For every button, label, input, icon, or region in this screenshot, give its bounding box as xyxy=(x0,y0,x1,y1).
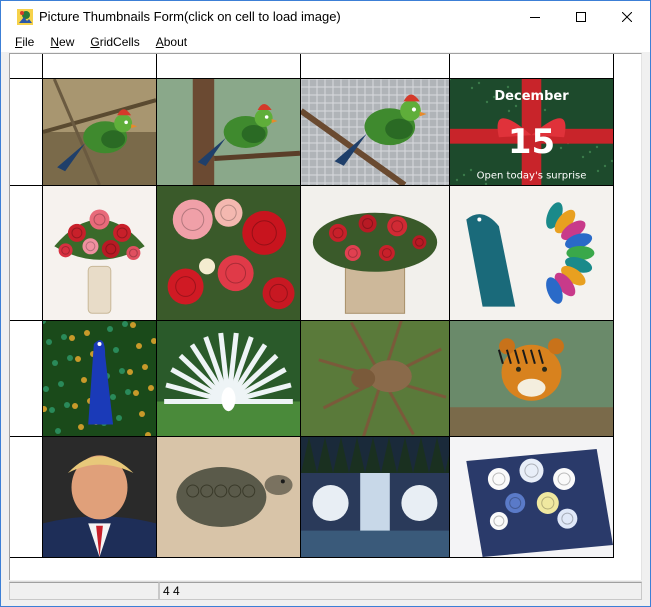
thumbnail-cell-colorful-peacock-art[interactable] xyxy=(450,186,614,321)
thumbnail-image-flowers-in-wooden-box xyxy=(301,186,449,320)
thumbnail-cell-portrait-man-blue-suit[interactable] xyxy=(43,437,157,558)
grid-row-header-cell xyxy=(10,186,43,321)
close-icon xyxy=(622,11,632,22)
thumbnail-cell-tiger-on-log[interactable] xyxy=(450,321,614,437)
thumbnail-image-tiger-on-log xyxy=(450,321,613,436)
thumbnail-image-december-15-gift-card: December 15 Open today's surprise xyxy=(450,79,613,185)
close-button[interactable] xyxy=(604,1,650,32)
thumbnail-image-red-rose-bouquet-vase xyxy=(43,186,156,320)
grid-header-cell xyxy=(43,54,157,79)
thumbnail-cell-rose-lily-bouquet[interactable] xyxy=(157,186,301,321)
thumbnail-image-portrait-man-blue-suit xyxy=(43,437,156,557)
maximize-icon xyxy=(576,11,586,22)
menu-new-accel: N xyxy=(50,35,60,49)
menu-new[interactable]: New xyxy=(42,32,82,52)
menu-bar: File New GridCells About xyxy=(1,32,650,52)
grid-row-header-cell xyxy=(10,437,43,558)
grid-header-cell xyxy=(450,54,614,79)
menu-new-label: ew xyxy=(59,35,75,49)
thumbnail-cell-waterfall-snow-forest[interactable] xyxy=(301,437,450,558)
menu-about-label: bout xyxy=(163,35,188,49)
thumbnail-image-rose-lily-bouquet xyxy=(157,186,300,320)
grid-header-cell xyxy=(301,54,450,79)
thumbnail-cell-white-peacock-display[interactable] xyxy=(157,321,301,437)
card-day-text: 15 xyxy=(508,122,555,162)
status-bar: 4 4 xyxy=(9,581,642,600)
thumbnail-cell-brown-spider[interactable] xyxy=(301,321,450,437)
thumbnail-image-turaco-bird-on-tree xyxy=(157,79,300,185)
thumbnail-cell-turaco-bird-in-cage[interactable] xyxy=(301,79,450,186)
thumbnail-cell-turaco-bird-on-branch[interactable] xyxy=(43,79,157,186)
thumbnail-image-brown-spider xyxy=(301,321,449,436)
window-title: Picture Thumbnails Form(click on cell to… xyxy=(39,9,341,24)
thumbnail-cell-blue-peacock-display[interactable] xyxy=(43,321,157,437)
thumbnail-image-tortoise-on-sand xyxy=(157,437,300,557)
grid-row-header-cell xyxy=(10,321,43,437)
title-bar[interactable]: Picture Thumbnails Form(click on cell to… xyxy=(1,1,650,32)
menu-about-accel: A xyxy=(155,35,164,49)
thumbnail-cell-white-blue-bouquet[interactable] xyxy=(450,437,614,558)
thumbnail-image-white-blue-bouquet xyxy=(450,437,613,557)
grid-area: December 15 Open today's surprise xyxy=(9,53,642,580)
window-controls xyxy=(512,1,650,32)
menu-about[interactable]: About xyxy=(148,32,195,52)
menu-gridcells[interactable]: GridCells xyxy=(82,32,147,52)
menu-gridcells-accel: G xyxy=(90,35,100,49)
app-window: Picture Thumbnails Form(click on cell to… xyxy=(0,0,651,607)
menu-file-label: ile xyxy=(22,35,35,49)
maximize-button[interactable] xyxy=(558,1,604,32)
thumbnail-cell-tortoise-on-sand[interactable] xyxy=(157,437,301,558)
app-icon xyxy=(17,8,33,25)
thumbnail-cell-december-15-gift-card[interactable]: December 15 Open today's surprise xyxy=(450,79,614,186)
menu-file[interactable]: File xyxy=(7,32,42,52)
card-month-text: December xyxy=(494,89,569,104)
thumbnail-image-colorful-peacock-art xyxy=(450,186,613,320)
thumbnail-cell-flowers-in-wooden-box[interactable] xyxy=(301,186,450,321)
grid-header-cell xyxy=(157,54,301,79)
thumbnail-image-turaco-bird-in-cage xyxy=(301,79,449,185)
thumbnail-image-white-peacock-display xyxy=(157,321,300,436)
status-panel-1 xyxy=(9,582,159,600)
minimize-icon xyxy=(530,16,540,18)
grid-corner-cell xyxy=(10,54,43,79)
card-caption-text: Open today's surprise xyxy=(477,171,587,182)
thumbnail-cell-red-rose-bouquet-vase[interactable] xyxy=(43,186,157,321)
minimize-button[interactable] xyxy=(512,1,558,32)
status-panel-2: 4 4 xyxy=(159,582,642,600)
menu-gridcells-label: ridCells xyxy=(99,35,140,49)
grid-row-header-cell xyxy=(10,79,43,186)
thumbnail-image-blue-peacock-display xyxy=(43,321,156,436)
thumbnail-cell-turaco-bird-on-tree[interactable] xyxy=(157,79,301,186)
thumbnail-image-turaco-bird-on-branch xyxy=(43,79,156,185)
thumbnail-image-waterfall-snow-forest xyxy=(301,437,449,557)
